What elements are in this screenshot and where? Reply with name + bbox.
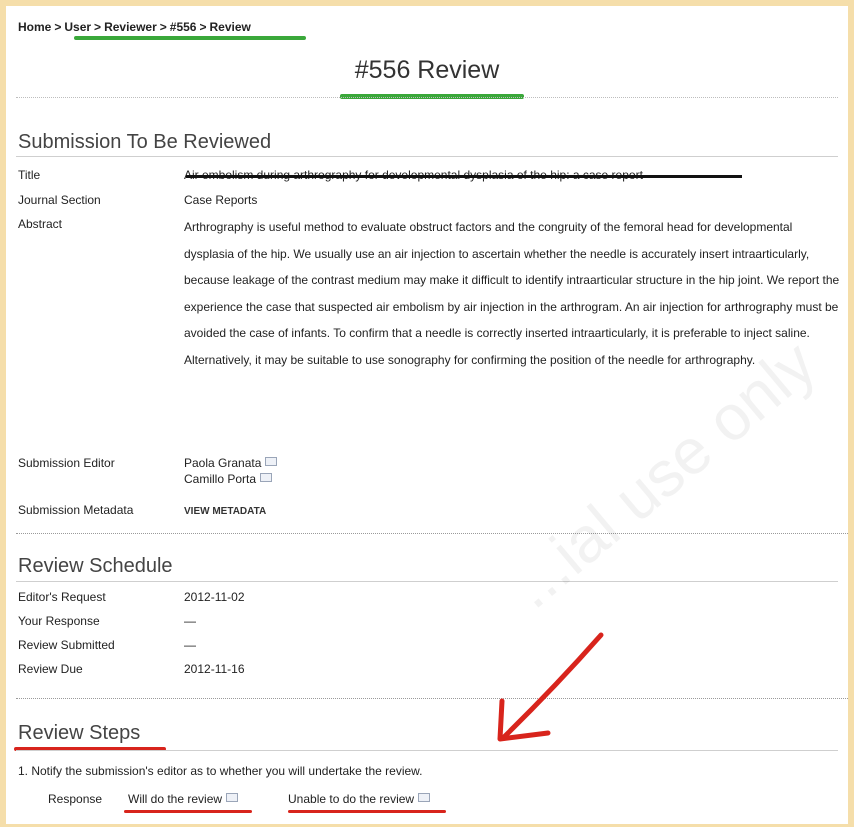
breadcrumb-user[interactable]: User — [64, 20, 91, 34]
title-divider — [16, 97, 838, 98]
schedule-label: Editor's Request — [18, 590, 106, 604]
section-separator — [16, 533, 848, 534]
steps-heading: Review Steps — [18, 722, 141, 744]
unable-review-option[interactable]: Unable to do the review — [288, 792, 431, 806]
breadcrumb-home[interactable]: Home — [18, 20, 51, 34]
abstract-text: Arthrography is useful method to evaluat… — [184, 220, 840, 367]
breadcrumb-highlight — [74, 36, 306, 40]
breadcrumb-separator: > — [199, 20, 207, 34]
breadcrumb-separator: > — [54, 20, 62, 34]
schedule-heading: Review Schedule — [18, 555, 173, 577]
schedule-value: 2012-11-16 — [184, 662, 245, 676]
editor-entry: Camillo Porta — [184, 472, 273, 486]
review-page: Home > User > Reviewer > #556 > Review #556 Revi… — [6, 6, 848, 824]
editor-name: Paola Granata — [184, 456, 262, 470]
section-divider — [16, 750, 838, 751]
breadcrumb-reviewer[interactable]: Reviewer — [104, 20, 157, 34]
editor-name: Camillo Porta — [184, 472, 257, 486]
envelope-icon[interactable] — [260, 473, 273, 482]
breadcrumb-review: Review — [209, 20, 251, 34]
schedule-value: 2012-11-02 — [184, 590, 245, 604]
abstract-label: Abstract — [18, 217, 63, 231]
section-separator — [16, 698, 848, 699]
submission-metadata-label: Submission Metadata — [18, 503, 134, 517]
unable-review-link[interactable]: Unable to do the review — [288, 792, 414, 806]
section-divider — [16, 581, 838, 582]
envelope-icon[interactable] — [265, 457, 278, 466]
view-metadata-link-text[interactable]: VIEW METADATA — [184, 506, 266, 517]
breadcrumb-id[interactable]: #556 — [170, 20, 197, 34]
red-arrow-annotation — [497, 632, 604, 742]
response-label: Response — [48, 792, 103, 806]
journal-section-label: Journal Section — [18, 193, 101, 207]
title-label: Title — [18, 168, 41, 182]
submission-editor-label: Submission Editor — [18, 456, 115, 470]
page-title: #556 Review — [354, 56, 500, 84]
envelope-icon[interactable] — [418, 793, 431, 802]
submission-heading: Submission To Be Reviewed — [18, 131, 272, 153]
schedule-label: Review Due — [18, 662, 83, 676]
schedule-label: Your Response — [18, 614, 100, 628]
breadcrumb: Home > User > Reviewer > #556 > Review — [18, 20, 251, 34]
decline-highlight — [288, 810, 446, 813]
breadcrumb-separator: > — [159, 20, 167, 34]
schedule-value: — — [184, 638, 196, 652]
step-1-text: 1. Notify the submission's editor as to … — [18, 764, 423, 778]
journal-section-value: Case Reports — [184, 193, 258, 207]
will-do-review-link[interactable]: Will do the review — [128, 792, 222, 806]
view-metadata-link[interactable]: VIEW METADATA — [184, 503, 266, 517]
editor-entry: Paola Granata — [184, 456, 278, 470]
will-do-review-option[interactable]: Will do the review — [128, 792, 239, 806]
schedule-label: Review Submitted — [18, 638, 115, 652]
section-divider — [16, 156, 838, 157]
schedule-value: — — [184, 614, 196, 628]
breadcrumb-separator: > — [94, 20, 102, 34]
envelope-icon[interactable] — [226, 793, 239, 802]
accept-highlight — [124, 810, 252, 813]
redaction-strike — [186, 175, 742, 178]
